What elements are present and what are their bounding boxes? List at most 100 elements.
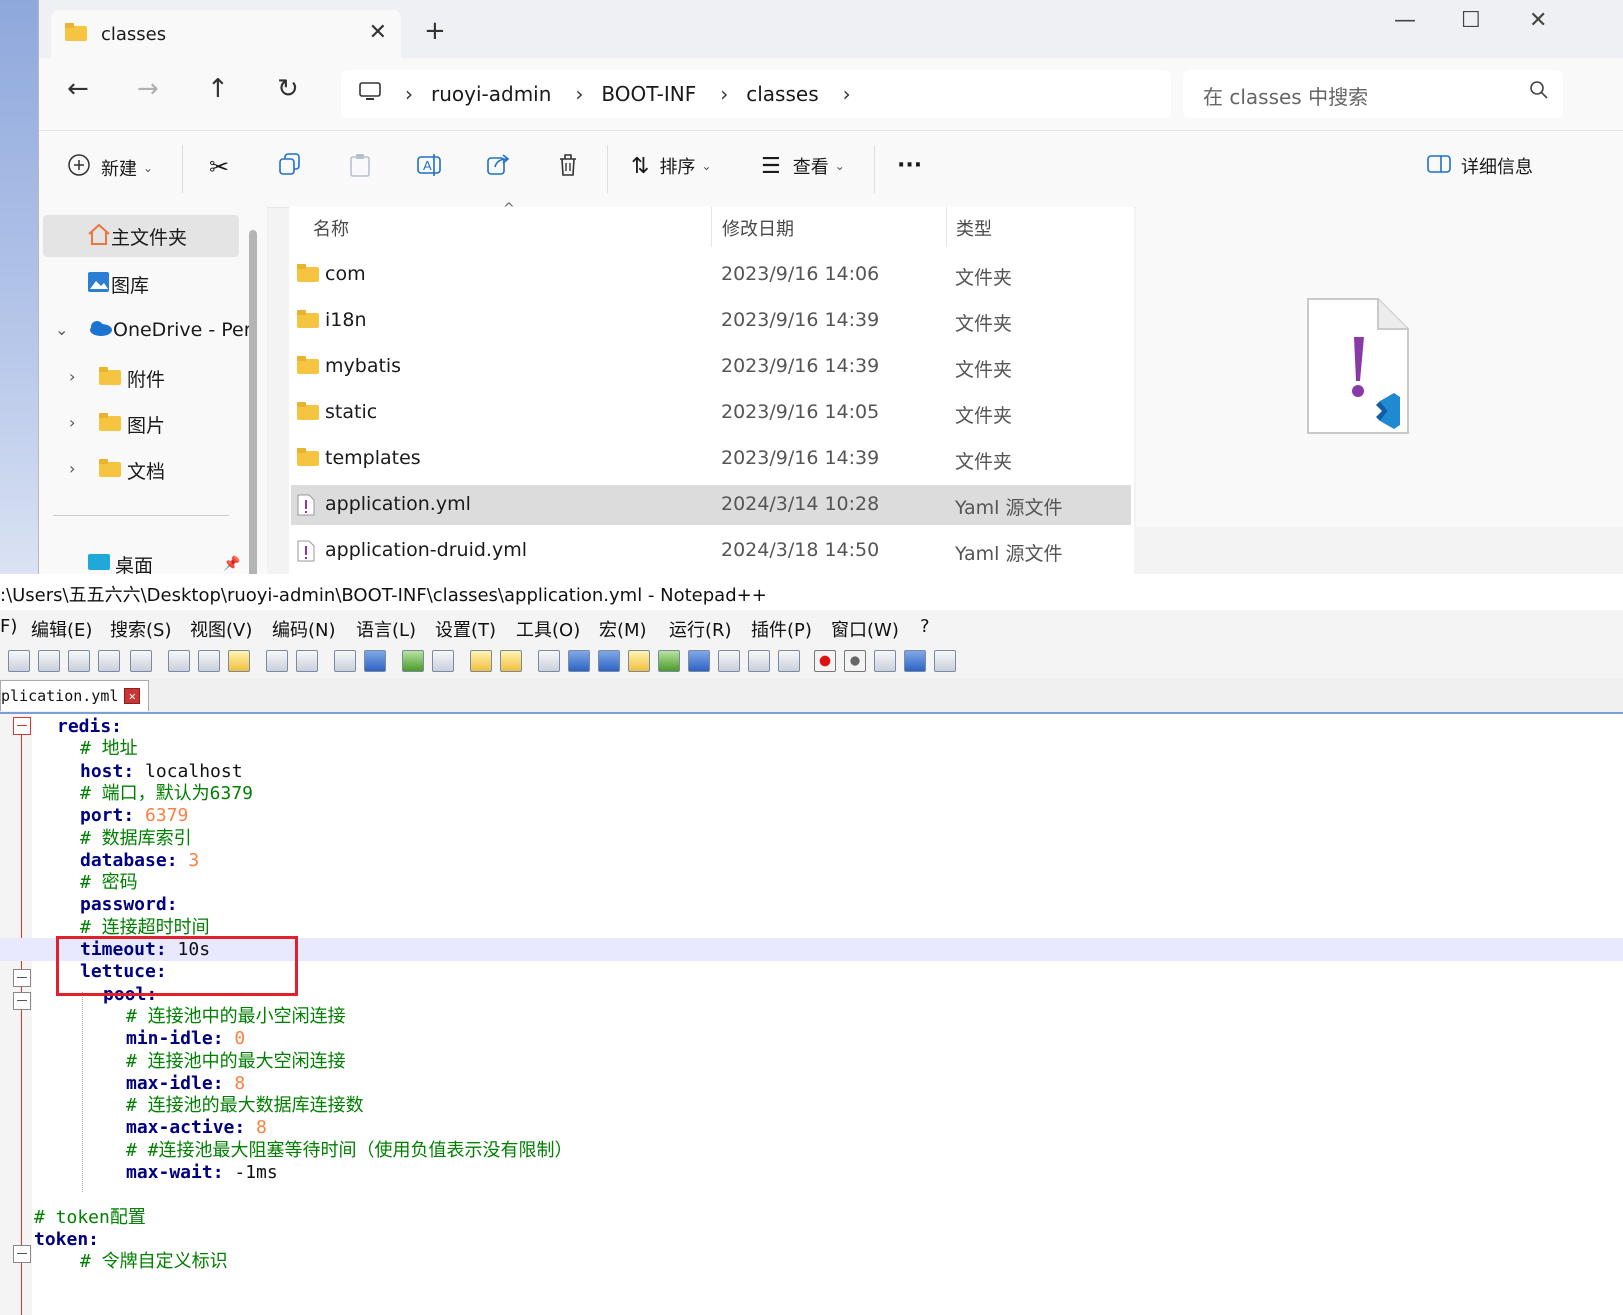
code-value: -1ms [223,1162,278,1183]
forward-arrow-icon[interactable]: → [137,74,159,104]
replace-icon[interactable] [364,650,386,672]
menu-window[interactable]: 窗口(W) [831,616,899,642]
word-wrap-icon[interactable] [538,650,560,672]
record-macro-icon[interactable] [814,650,836,672]
redo-icon[interactable] [296,650,318,672]
find-icon[interactable] [334,650,356,672]
sidebar-item-home[interactable]: 主文件夹 [43,215,239,257]
column-header-type[interactable]: 类型 [956,215,992,241]
document-map-icon[interactable] [658,650,680,672]
menu-macro[interactable]: 宏(M) [599,616,647,642]
breadcrumb-item[interactable]: BOOT-INF [601,82,696,106]
paste-icon[interactable] [228,650,250,672]
more-options-button[interactable]: ··· [897,153,922,178]
document-tab[interactable]: plication.yml ✕ [0,680,150,711]
file-row[interactable]: application.yml 2024/3/14 10:28 Yaml 源文件 [291,485,1131,525]
file-row[interactable]: i18n 2023/9/16 14:39 文件夹 [291,301,1131,341]
chevron-right-icon[interactable]: › [69,413,75,432]
run-macro-multiple-icon[interactable] [904,650,926,672]
view-button[interactable]: ☰ 查看 ⌄ [761,153,845,179]
desktop-background [0,0,40,600]
menu-view[interactable]: 视图(V) [190,616,252,642]
sort-button[interactable]: ⇅ 排序 ⌄ [631,153,712,179]
new-tab-button[interactable]: + [424,16,446,46]
show-all-characters-icon[interactable] [568,650,590,672]
cut-icon[interactable]: ✂ [209,153,229,181]
sidebar-scrollbar[interactable] [249,230,257,590]
menu-settings[interactable]: 设置(T) [435,616,496,642]
save-all-icon[interactable] [38,650,60,672]
close-window-button[interactable]: ✕ [1529,8,1547,33]
address-bar[interactable]: › ruoyi-admin › BOOT-INF › classes › [341,70,1171,118]
file-row[interactable]: com 2023/9/16 14:06 文件夹 [291,255,1131,295]
copy-icon[interactable] [198,650,220,672]
title-bar: :\Users\五五六六\Desktop\ruoyi-admin\BOOT-IN… [0,574,1623,610]
back-arrow-icon[interactable]: ← [67,74,89,104]
sidebar-item-documents[interactable]: 文档 [99,449,165,491]
menu-encoding[interactable]: 编码(N) [272,616,336,642]
undo-icon[interactable] [266,650,288,672]
details-pane-button[interactable]: 详细信息 [1427,153,1533,179]
sidebar-item-onedrive[interactable]: OneDrive - Per [43,309,253,351]
breadcrumb-item[interactable]: classes [746,82,818,106]
open-folder-icon[interactable] [748,650,770,672]
chevron-right-icon[interactable]: › [69,367,75,386]
playback-macro-icon[interactable] [874,650,896,672]
close-file-icon[interactable] [68,650,90,672]
sync-vertical-icon[interactable] [470,650,492,672]
paste-icon[interactable] [349,153,371,177]
column-header-date[interactable]: 修改日期 [722,215,794,241]
share-icon[interactable] [487,153,511,175]
function-list-icon[interactable] [688,650,710,672]
preview-pane [1136,207,1623,527]
code-editor[interactable]: redis: # 地址 host: localhost # 端口，默认为6379 por… [0,714,1623,1315]
save-macro-icon[interactable] [934,650,956,672]
close-tab-icon[interactable]: ✕ [124,688,141,704]
folder-as-workspace-icon[interactable] [718,650,740,672]
zoom-out-icon[interactable] [432,650,454,672]
column-separator[interactable] [946,207,947,247]
chevron-right-icon[interactable]: › [69,459,75,478]
column-header-name[interactable]: 名称 [313,215,349,241]
refresh-icon[interactable]: ↻ [277,74,299,104]
file-row[interactable]: application-druid.yml 2024/3/18 14:50 Yaml… [291,531,1131,571]
copy-icon[interactable] [279,153,301,175]
code-value: localhost [134,760,243,782]
menu-edit[interactable]: 编辑(E) [31,616,92,642]
menu-tools[interactable]: 工具(O) [516,616,580,642]
sidebar-item-attachments[interactable]: 附件 [99,357,165,399]
zoom-in-icon[interactable] [402,650,424,672]
search-input[interactable]: 在 classes 中搜索 [1183,70,1563,118]
monitoring-eye-icon[interactable] [778,650,800,672]
menu-search[interactable]: 搜索(S) [110,616,171,642]
cut-icon[interactable] [168,650,190,672]
close-tab-icon[interactable]: ✕ [369,20,387,45]
print-icon[interactable] [130,650,152,672]
breadcrumb-item[interactable]: ruoyi-admin [431,82,551,106]
up-arrow-icon[interactable]: ↑ [207,74,229,104]
sidebar-item-pictures[interactable]: 图片 [99,403,165,445]
maximize-button[interactable]: ☐ [1461,8,1481,33]
file-row[interactable]: static 2023/9/16 14:05 文件夹 [291,393,1131,433]
menu-run[interactable]: 运行(R) [669,616,732,642]
save-icon[interactable] [8,650,30,672]
menu-help[interactable]: ? [920,616,930,637]
indent-guide-icon[interactable] [598,650,620,672]
column-separator[interactable] [711,207,712,247]
sidebar-item-gallery[interactable]: 图库 [43,263,239,305]
document-tab-strip: plication.yml ✕ [0,678,1623,714]
file-row[interactable]: templates 2023/9/16 14:39 文件夹 [291,439,1131,479]
menu-language[interactable]: 语言(L) [356,616,416,642]
user-defined-language-icon[interactable] [628,650,650,672]
menu-plugins[interactable]: 插件(P) [751,616,812,642]
sync-horizontal-icon[interactable] [500,650,522,672]
stop-recording-icon[interactable] [844,650,866,672]
close-all-icon[interactable] [98,650,120,672]
file-row[interactable]: mybatis 2023/9/16 14:39 文件夹 [291,347,1131,387]
rename-icon[interactable]: A [417,153,443,177]
delete-icon[interactable] [557,153,579,177]
tab-classes[interactable]: classes ✕ [51,10,401,58]
menu-file[interactable]: F) [0,616,17,637]
minimize-button[interactable]: — [1394,8,1416,33]
new-button[interactable]: 新建 ⌄ [67,153,153,182]
